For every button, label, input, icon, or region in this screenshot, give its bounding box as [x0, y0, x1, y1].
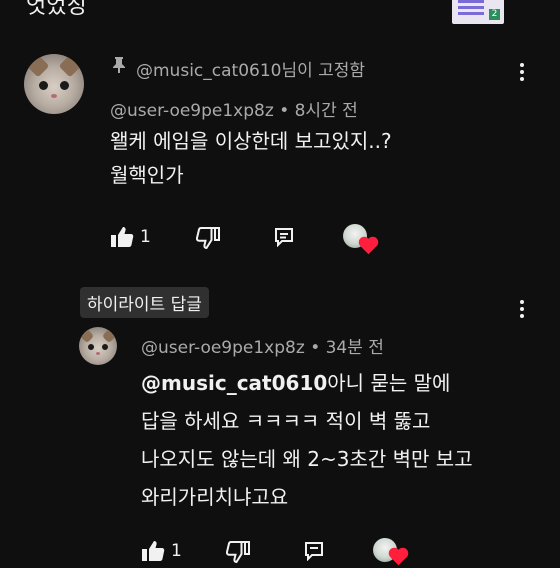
comment-author[interactable]: @user-oe9pe1xp8z: [110, 101, 274, 121]
dislike-button[interactable]: [195, 227, 220, 253]
creator-heart-icon: [360, 238, 377, 255]
reply-like-button[interactable]: 1: [141, 540, 182, 562]
reply-author[interactable]: @user-oe9pe1xp8z: [141, 338, 305, 358]
comment-text: 왤케 에임을 이상한데 보고있지..? 월핵인가: [110, 124, 392, 192]
pin-icon: [113, 57, 125, 73]
reply-author-avatar[interactable]: [79, 327, 117, 365]
reply-text-line: 답을 하세요 ㅋㅋㅋㅋ 적이 벽 뚫고: [141, 409, 431, 433]
reply-creator-heart-badge: [373, 538, 407, 568]
reply-button[interactable]: [274, 227, 294, 251]
reply-header: @user-oe9pe1xp8z • 34분 전: [141, 333, 384, 358]
video-thumbnail[interactable]: 2: [452, 0, 504, 24]
reply-dislike-button[interactable]: [225, 541, 250, 567]
thumb-up-icon: [142, 541, 165, 561]
creator-heart-badge: [343, 224, 377, 255]
reply-like-count: 1: [171, 541, 182, 561]
like-count: 1: [140, 227, 151, 247]
reply-text-line: 아니 묻는 말에: [327, 371, 451, 395]
reply-icon: [275, 228, 293, 248]
pinned-by-label: @music_cat0610님이 고정함: [136, 61, 366, 81]
comment-text-line: 월핵인가: [110, 163, 184, 187]
mention-link[interactable]: @music_cat0610: [141, 371, 327, 395]
reply-text-line: 와리가리치냐고요: [141, 485, 289, 509]
thumb-down-icon: [195, 227, 220, 250]
reply-text: @music_cat0610아니 묻는 말에 답을 하세요 ㅋㅋㅋㅋ 적이 벽 …: [141, 364, 473, 516]
previous-comment-text: 엇었징: [26, 0, 87, 19]
commenter-avatar[interactable]: [24, 54, 84, 114]
comment-header: @user-oe9pe1xp8z • 8시간 전: [110, 96, 358, 121]
more-vert-icon[interactable]: [510, 297, 534, 321]
comment-time: • 8시간 전: [279, 101, 358, 121]
creator-heart-icon: [390, 549, 407, 566]
reply-reply-button[interactable]: [304, 541, 324, 565]
thumb-up-icon: [111, 227, 134, 247]
highlighted-reply-chip: 하이라이트 답글: [80, 287, 209, 318]
more-vert-icon[interactable]: [510, 60, 534, 84]
reply-icon: [305, 542, 323, 562]
reply-time: • 34분 전: [310, 338, 384, 358]
like-button[interactable]: 1: [110, 226, 151, 248]
reply-text-line: 나오지도 않는데 왜 2~3초간 벽만 보고: [141, 447, 473, 471]
comment-text-line: 왤케 에임을 이상한데 보고있지..?: [110, 129, 392, 153]
